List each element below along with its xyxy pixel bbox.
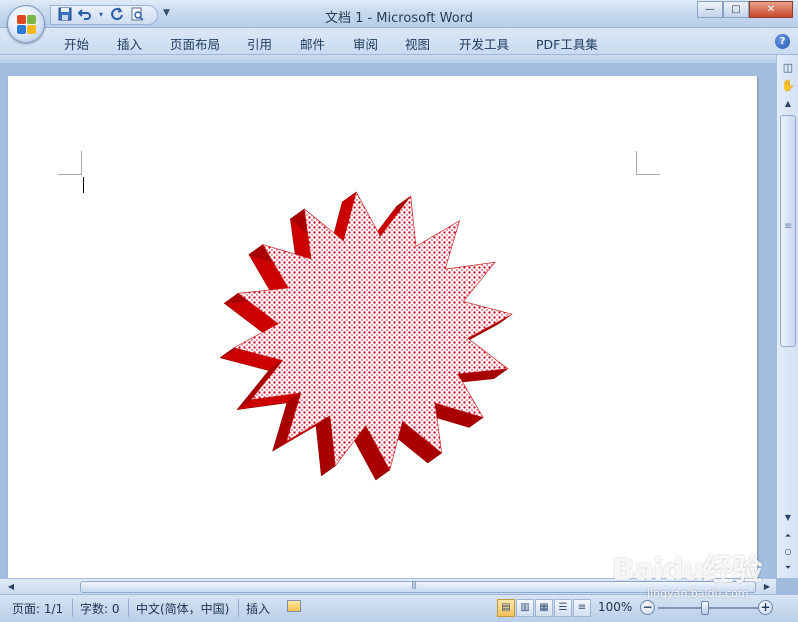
window-title: 文档 1 - Microsoft Word [324,11,474,26]
hand-icon[interactable]: ✋ [781,79,795,93]
margin-corner-top-right [636,151,660,175]
office-logo-icon [17,15,37,35]
insert-mode[interactable]: 插入 [246,600,270,617]
status-separator [238,599,239,617]
view-buttons: ▤ ▥ ▦ ☰ ≡ [497,599,591,617]
help-icon[interactable]: ? [775,34,790,49]
tab-pdf-tools[interactable]: PDF工具集 [536,34,598,53]
word-count[interactable]: 字数: 0 [80,600,120,617]
tab-developer[interactable]: 开发工具 [459,34,509,53]
scroll-right-arrow-icon[interactable]: ▶ [760,580,774,594]
tab-references[interactable]: 引用 [247,34,272,53]
horizontal-scroll-thumb[interactable] [80,580,756,593]
document-page[interactable] [8,76,757,578]
previous-page-icon[interactable]: ⏶ [780,529,796,543]
document-area[interactable] [0,63,775,578]
tab-home[interactable]: 开始 [64,34,89,53]
office-button[interactable] [7,5,45,43]
vertical-scrollbar[interactable]: ◫ ✋ ▲ ▼ ⏶ ○ ⏷ [776,55,798,578]
full-screen-reading-view-icon[interactable]: ▥ [516,599,534,617]
macro-recording-icon[interactable] [287,600,301,612]
minimize-button[interactable]: — [697,1,723,18]
language-indicator[interactable]: 中文(简体，中国) [136,600,229,617]
star-front-face[interactable] [233,191,513,471]
star-3d-group [219,191,513,481]
select-browse-object-icon[interactable]: ○ [780,545,796,559]
print-layout-view-icon[interactable]: ▤ [497,599,515,617]
status-bar: 页面: 1/1 字数: 0 中文(简体，中国) 插入 ▤ ▥ ▦ ☰ ≡ 100… [0,594,798,622]
page-indicator[interactable]: 页面: 1/1 [12,600,63,617]
zoom-level[interactable]: 100% [598,600,632,614]
zoom-in-button[interactable]: + [758,600,773,615]
next-page-icon[interactable]: ⏷ [780,561,796,575]
star-shape[interactable] [218,176,538,486]
maximize-button[interactable]: □ [723,1,749,18]
outline-view-icon[interactable]: ☰ [554,599,572,617]
close-button[interactable]: ✕ [749,1,793,18]
zoom-slider-thumb[interactable] [701,601,709,615]
ruler-toggle-icon[interactable]: ◫ [781,61,795,75]
tab-view[interactable]: 视图 [405,34,430,53]
horizontal-scrollbar[interactable]: ◀ ▶ [0,578,776,594]
draft-view-icon[interactable]: ≡ [573,599,591,617]
ribbon-collapsed-strip [0,55,798,63]
margin-corner-top-left [58,151,82,175]
window-controls: — □ ✕ [697,1,793,18]
status-separator [128,599,129,617]
zoom-out-button[interactable]: − [640,600,655,615]
scroll-down-arrow-icon[interactable]: ▼ [780,511,796,525]
status-separator [72,599,73,617]
scroll-up-arrow-icon[interactable]: ▲ [780,97,796,111]
tab-insert[interactable]: 插入 [117,34,142,53]
text-cursor [83,177,84,193]
ribbon-tab-bar: 开始 插入 页面布局 引用 邮件 审阅 视图 开发工具 PDF工具集 ? [0,28,798,55]
tab-mailings[interactable]: 邮件 [300,34,325,53]
vertical-scroll-thumb[interactable] [780,115,796,347]
title-bar: ▾ ▼ 文档 1 - Microsoft Word — □ ✕ [0,0,798,43]
web-layout-view-icon[interactable]: ▦ [535,599,553,617]
tab-review[interactable]: 审阅 [353,34,378,53]
scroll-left-arrow-icon[interactable]: ◀ [4,580,18,594]
tab-page-layout[interactable]: 页面布局 [170,34,220,53]
